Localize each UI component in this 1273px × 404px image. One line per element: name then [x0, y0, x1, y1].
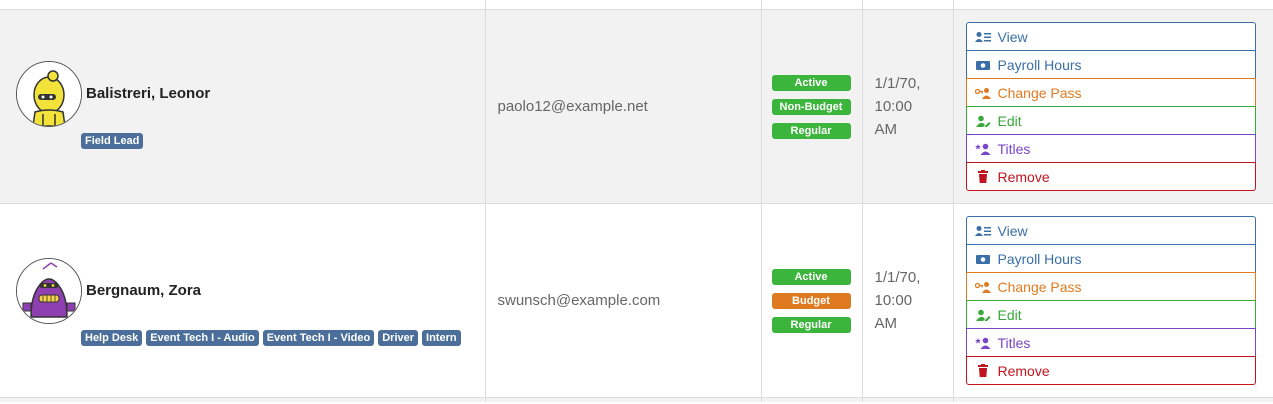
staff-table: Balistreri, Leonor Field Lead paolo12@ex… [0, 0, 1273, 402]
email-text: swunsch@example.com [497, 292, 661, 309]
person-cell: Balistreri, Leonor Field Lead [0, 9, 486, 204]
ampm-line: AM [874, 315, 898, 332]
title-tag: Driver [378, 329, 419, 346]
change-pass-label: Change Pass [997, 278, 1082, 295]
date-line: 1/1/70, [874, 269, 921, 286]
view-label: View [997, 222, 1028, 239]
date-cell: 1/1/70, 10:00 AM [861, 203, 954, 398]
payroll-label: Payroll Hours [997, 250, 1082, 267]
remove-label: Remove [997, 168, 1050, 185]
status-badge: Active [771, 268, 851, 285]
email-text: paolo12@example.net [497, 98, 648, 115]
person-name: Bergnaum, Zora [86, 282, 202, 299]
titles-label: Titles [997, 334, 1031, 351]
trash-icon [975, 364, 991, 378]
type-badge: Regular [771, 316, 851, 333]
remove-button[interactable]: Remove [965, 162, 1256, 191]
payroll-hours-button[interactable]: Payroll Hours [965, 244, 1256, 273]
titles-button[interactable]: Titles [965, 328, 1256, 357]
date-text: 1/1/70, 10:00 AM [863, 72, 953, 141]
remove-button[interactable]: Remove [965, 356, 1256, 385]
view-button[interactable]: View [965, 216, 1256, 245]
status-cell: Active Non-Budget Regular [760, 9, 863, 204]
title-tags: Help Desk Event Tech I - Audio Event Tec… [81, 329, 471, 350]
user-edit-icon [975, 114, 991, 128]
next-row-head [0, 397, 1273, 402]
titles-label: Titles [997, 140, 1031, 157]
date-text: 1/1/70, 10:00 AM [863, 266, 953, 335]
title-tag: Event Tech I - Audio [146, 329, 259, 346]
money-bill-icon [975, 58, 991, 72]
time-line: 10:00 [874, 292, 913, 309]
remove-label: Remove [997, 362, 1050, 379]
avatar[interactable] [16, 60, 82, 127]
edit-button[interactable]: Edit [965, 300, 1256, 329]
user-list-icon [974, 30, 991, 44]
actions-cell: View Payroll Hours Change Pass Edit Titl… [952, 203, 1273, 398]
payroll-label: Payroll Hours [997, 56, 1082, 73]
trash-icon [975, 170, 991, 184]
view-button[interactable]: View [965, 22, 1256, 51]
edit-label: Edit [997, 112, 1022, 129]
change-pass-button[interactable]: Change Pass [965, 272, 1256, 301]
type-badge: Regular [771, 122, 851, 139]
title-tag: Intern [422, 329, 461, 346]
payroll-hours-button[interactable]: Payroll Hours [965, 50, 1256, 79]
time-line: 10:00 [874, 98, 913, 115]
status-badge: Active [771, 74, 851, 91]
change-pass-button[interactable]: Change Pass [965, 78, 1256, 107]
email-cell: paolo12@example.net [484, 9, 762, 204]
user-key-icon [974, 280, 991, 294]
user-edit-icon [975, 308, 991, 322]
date-cell: 1/1/70, 10:00 AM [861, 9, 954, 204]
table-row: Balistreri, Leonor Field Lead paolo12@ex… [0, 9, 1273, 204]
budget-badge: Non-Budget [771, 98, 851, 115]
change-pass-label: Change Pass [997, 84, 1082, 101]
budget-badge: Budget [771, 292, 851, 309]
user-star-icon [974, 142, 991, 156]
title-tags: Field Lead [81, 132, 471, 153]
money-bill-icon [975, 252, 991, 266]
previous-row-tail [0, 0, 1273, 10]
user-list-icon [974, 224, 991, 238]
purple-robot-avatar-icon [17, 258, 81, 323]
edit-label: Edit [997, 306, 1022, 323]
person-name: Balistreri, Leonor [86, 85, 211, 102]
person-cell: Bergnaum, Zora Help Desk Event Tech I - … [0, 203, 486, 398]
email-cell: swunsch@example.com [484, 203, 762, 398]
table-row: Bergnaum, Zora Help Desk Event Tech I - … [0, 203, 1273, 398]
ampm-line: AM [874, 121, 898, 138]
view-label: View [997, 28, 1028, 45]
title-tag: Event Tech I - Video [262, 329, 375, 346]
yellow-robot-avatar-icon [17, 61, 81, 126]
user-key-icon [974, 86, 991, 100]
status-cell: Active Budget Regular [760, 203, 863, 398]
titles-button[interactable]: Titles [965, 134, 1256, 163]
edit-button[interactable]: Edit [965, 106, 1256, 135]
avatar[interactable] [16, 257, 82, 324]
title-tag: Help Desk [81, 329, 143, 346]
user-star-icon [974, 336, 991, 350]
date-line: 1/1/70, [874, 75, 921, 92]
actions-cell: View Payroll Hours Change Pass Edit Titl… [952, 9, 1273, 204]
title-tag: Field Lead [81, 132, 144, 149]
